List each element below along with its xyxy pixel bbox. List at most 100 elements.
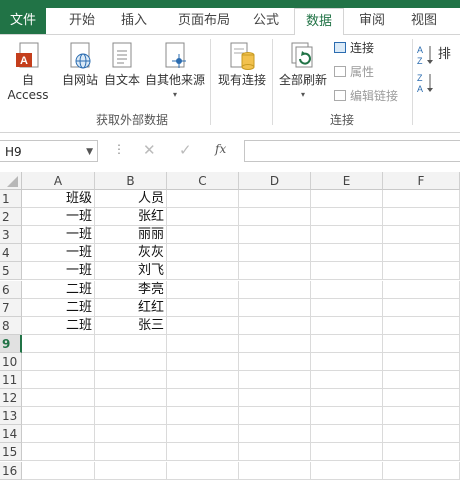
properties-button[interactable]: 属性 [334,63,374,81]
cell-d8[interactable] [239,316,311,335]
cell-f8[interactable] [383,316,460,335]
cell-c15[interactable] [167,443,239,462]
cell-b9[interactable] [95,334,167,353]
row-header-6[interactable]: 6 [0,280,22,299]
row-header-10[interactable]: 10 [0,352,22,371]
cell-b13[interactable] [95,407,167,426]
cell-a6[interactable]: 二班 [22,280,95,299]
row-header-12[interactable]: 12 [0,389,22,408]
tab-home[interactable]: 开始 [58,8,106,34]
row-header-15[interactable]: 15 [0,443,22,462]
cell-e11[interactable] [311,371,383,390]
cell-c13[interactable] [167,407,239,426]
cell-b12[interactable] [95,389,167,408]
column-header-c[interactable]: C [167,172,239,190]
cell-c8[interactable] [167,316,239,335]
cell-d12[interactable] [239,389,311,408]
cell-c1[interactable] [167,190,239,209]
cell-c14[interactable] [167,425,239,444]
cell-d9[interactable] [239,334,311,353]
connections-button[interactable]: 连接 [334,39,374,57]
cell-e2[interactable] [311,208,383,227]
cell-f6[interactable] [383,280,460,299]
cell-b2[interactable]: 张红 [95,208,167,227]
cell-f14[interactable] [383,425,460,444]
cell-f3[interactable] [383,226,460,245]
tab-data[interactable]: 数据 [294,8,344,36]
cell-d5[interactable] [239,262,311,281]
cell-a1[interactable]: 班级 [22,190,95,209]
from-access-button[interactable]: A 自 Access [0,41,56,102]
cell-f2[interactable] [383,208,460,227]
cell-e9[interactable] [311,334,383,353]
edit-links-button[interactable]: 编辑链接 [334,87,398,105]
row-header-3[interactable]: 3 [0,226,22,245]
cell-e10[interactable] [311,352,383,371]
cell-c11[interactable] [167,371,239,390]
column-header-e[interactable]: E [311,172,383,190]
cell-c9[interactable] [167,334,239,353]
cell-f10[interactable] [383,352,460,371]
cell-d15[interactable] [239,443,311,462]
cell-a3[interactable]: 一班 [22,226,95,245]
column-header-b[interactable]: B [95,172,167,190]
cell-f12[interactable] [383,389,460,408]
cell-c10[interactable] [167,352,239,371]
cell-d3[interactable] [239,226,311,245]
tab-formulas[interactable]: 公式 [244,8,288,34]
cell-b15[interactable] [95,443,167,462]
row-header-1[interactable]: 1 [0,190,22,209]
row-header-9[interactable]: 9 [0,334,22,353]
cell-d14[interactable] [239,425,311,444]
tab-review[interactable]: 审阅 [350,8,394,34]
formula-input[interactable] [244,140,460,162]
existing-connections-button[interactable]: 现有连接 [214,41,270,88]
row-header-4[interactable]: 4 [0,244,22,263]
select-all-corner[interactable] [0,172,22,190]
cell-f5[interactable] [383,262,460,281]
cell-a11[interactable] [22,371,95,390]
cell-a15[interactable] [22,443,95,462]
cell-f11[interactable] [383,371,460,390]
row-header-7[interactable]: 7 [0,298,22,317]
tab-view[interactable]: 视图 [402,8,446,34]
cell-a9[interactable] [22,334,95,353]
cell-e3[interactable] [311,226,383,245]
cell-c12[interactable] [167,389,239,408]
cancel-icon[interactable]: ✕ [143,141,156,159]
insert-function-icon[interactable]: fx [215,142,226,156]
cell-e6[interactable] [311,280,383,299]
cell-a7[interactable]: 二班 [22,298,95,317]
row-header-14[interactable]: 14 [0,425,22,444]
from-web-button[interactable]: 自网站 [58,41,102,88]
cell-d10[interactable] [239,352,311,371]
cell-b11[interactable] [95,371,167,390]
from-other-sources-button[interactable]: 自其他来源 ▾ [142,41,208,99]
cell-c3[interactable] [167,226,239,245]
enter-icon[interactable]: ✓ [179,141,192,159]
cell-d13[interactable] [239,407,311,426]
cell-f9[interactable] [383,334,460,353]
cell-a13[interactable] [22,407,95,426]
cell-e4[interactable] [311,244,383,263]
tab-page-layout[interactable]: 页面布局 [168,8,240,34]
tab-insert[interactable]: 插入 [110,8,158,34]
cell-f15[interactable] [383,443,460,462]
cell-b7[interactable]: 红红 [95,298,167,317]
cell-a14[interactable] [22,425,95,444]
cell-f4[interactable] [383,244,460,263]
row-header-13[interactable]: 13 [0,407,22,426]
cell-b8[interactable]: 张三 [95,316,167,335]
cell-b14[interactable] [95,425,167,444]
cell-d11[interactable] [239,371,311,390]
row-header-5[interactable]: 5 [0,262,22,281]
cell-c6[interactable] [167,280,239,299]
cell-b4[interactable]: 灰灰 [95,244,167,263]
cell-d1[interactable] [239,190,311,209]
cell-f1[interactable] [383,190,460,209]
row-header-2[interactable]: 2 [0,208,22,227]
cell-a8[interactable]: 二班 [22,316,95,335]
cell-b1[interactable]: 人员 [95,190,167,209]
cell-a5[interactable]: 一班 [22,262,95,281]
cell-a2[interactable]: 一班 [22,208,95,227]
